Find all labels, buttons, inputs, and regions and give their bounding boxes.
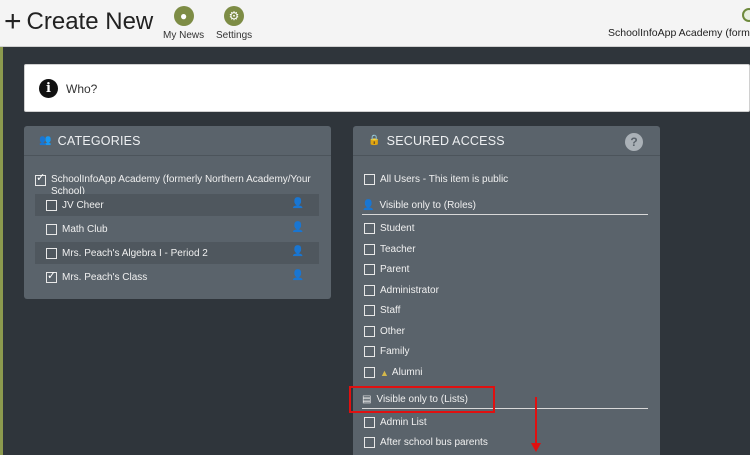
category-checkbox[interactable] xyxy=(46,247,57,259)
gear-icon: ⚙ xyxy=(224,6,245,26)
school-account-name[interactable]: SchoolInfoApp Academy (former xyxy=(608,27,750,39)
info-icon: i xyxy=(39,79,58,98)
role-option[interactable]: Administrator xyxy=(364,285,439,296)
category-label: Mrs. Peach's Class xyxy=(62,271,148,283)
category-item[interactable]: Math Club 👤 xyxy=(35,218,319,240)
category-item[interactable]: Mrs. Peach's Algebra I - Period 2 👤 xyxy=(35,242,319,264)
avatar[interactable] xyxy=(742,8,750,22)
my-news-label: My News xyxy=(163,30,205,41)
list-checkbox[interactable] xyxy=(364,417,375,428)
list-label: Admin List xyxy=(380,417,427,428)
role-option[interactable]: Student xyxy=(364,223,414,234)
categories-title: CATEGORIES xyxy=(57,133,141,148)
role-label: Administrator xyxy=(380,285,439,296)
plus-icon: + xyxy=(4,5,22,38)
category-item[interactable]: JV Cheer 👤 xyxy=(35,194,319,216)
categories-header: 👥 CATEGORIES xyxy=(24,126,331,156)
role-option[interactable]: Other xyxy=(364,326,405,337)
users-icon: 👥 xyxy=(39,135,52,146)
role-label: Family xyxy=(380,346,410,357)
who-label: Who? xyxy=(66,82,98,96)
all-users-option[interactable]: All Users - This item is public xyxy=(364,174,508,185)
category-label: Mrs. Peach's Algebra I - Period 2 xyxy=(62,247,208,259)
role-checkbox[interactable] xyxy=(364,244,375,255)
person-icon: 👤 xyxy=(291,198,304,209)
list-option[interactable]: Admin List xyxy=(364,417,427,428)
category-checkbox[interactable] xyxy=(46,199,57,211)
role-option[interactable]: Parent xyxy=(364,264,409,275)
role-checkbox[interactable] xyxy=(364,285,375,296)
all-users-label: All Users - This item is public xyxy=(380,174,509,185)
settings-label: Settings xyxy=(216,30,253,41)
role-label: Parent xyxy=(380,264,410,275)
my-news-button[interactable]: ● My News xyxy=(163,6,204,41)
role-checkbox[interactable] xyxy=(364,223,375,234)
role-label: Other xyxy=(380,326,406,337)
role-option[interactable]: Staff xyxy=(364,305,400,316)
secured-access-header: 🔒 SECURED ACCESS xyxy=(353,126,660,156)
highlight-box xyxy=(349,386,495,413)
roles-heading-label: Visible only to (Roles) xyxy=(379,200,476,211)
role-option[interactable]: Family xyxy=(364,346,409,357)
list-option[interactable]: After school bus parents xyxy=(364,437,488,448)
help-icon[interactable]: ? xyxy=(625,133,643,151)
settings-button[interactable]: ⚙ Settings xyxy=(216,6,252,41)
person-icon: ● xyxy=(173,6,194,26)
secured-access-title: SECURED ACCESS xyxy=(386,133,505,148)
role-checkbox[interactable] xyxy=(364,264,375,275)
role-label: Staff xyxy=(380,305,401,316)
category-checkbox[interactable] xyxy=(46,223,57,235)
category-label: Math Club xyxy=(62,223,108,235)
role-option[interactable]: ▲ Alumni xyxy=(364,367,423,378)
role-checkbox[interactable] xyxy=(364,367,375,378)
person-icon: 👤 xyxy=(291,222,304,233)
person-icon: 👤 xyxy=(291,270,304,281)
role-label: Teacher xyxy=(380,244,416,255)
roles-section-heading: 👤 Visible only to (Roles) xyxy=(362,200,648,215)
lock-icon: 🔒 xyxy=(368,135,381,146)
warning-icon: ▲ xyxy=(380,367,389,378)
role-checkbox[interactable] xyxy=(364,326,375,337)
category-school-checkbox[interactable] xyxy=(35,172,46,186)
categories-panel: 👥 CATEGORIES SchoolInfoApp Academy (form… xyxy=(24,126,331,299)
role-checkbox[interactable] xyxy=(364,346,375,357)
annotation-arrow xyxy=(535,397,537,446)
all-users-checkbox[interactable] xyxy=(364,174,375,185)
list-label: After school bus parents xyxy=(380,437,488,448)
role-label: Student xyxy=(380,223,415,234)
person-icon: 👤 xyxy=(362,200,375,211)
role-option[interactable]: Teacher xyxy=(364,244,416,255)
role-checkbox[interactable] xyxy=(364,305,375,316)
page-title: Create New xyxy=(26,8,154,35)
category-checkbox[interactable] xyxy=(46,269,57,283)
person-icon: 👤 xyxy=(291,246,304,257)
create-new-heading: + Create New xyxy=(4,7,153,37)
top-bar: + Create New ● My News ⚙ Settings School… xyxy=(0,0,750,47)
category-label: JV Cheer xyxy=(62,199,104,211)
category-item[interactable]: Mrs. Peach's Class 👤 xyxy=(35,266,319,288)
role-label: Alumni xyxy=(391,367,423,378)
arrow-down-icon xyxy=(531,443,541,452)
who-section: i Who? xyxy=(24,64,750,112)
list-checkbox[interactable] xyxy=(364,437,375,448)
